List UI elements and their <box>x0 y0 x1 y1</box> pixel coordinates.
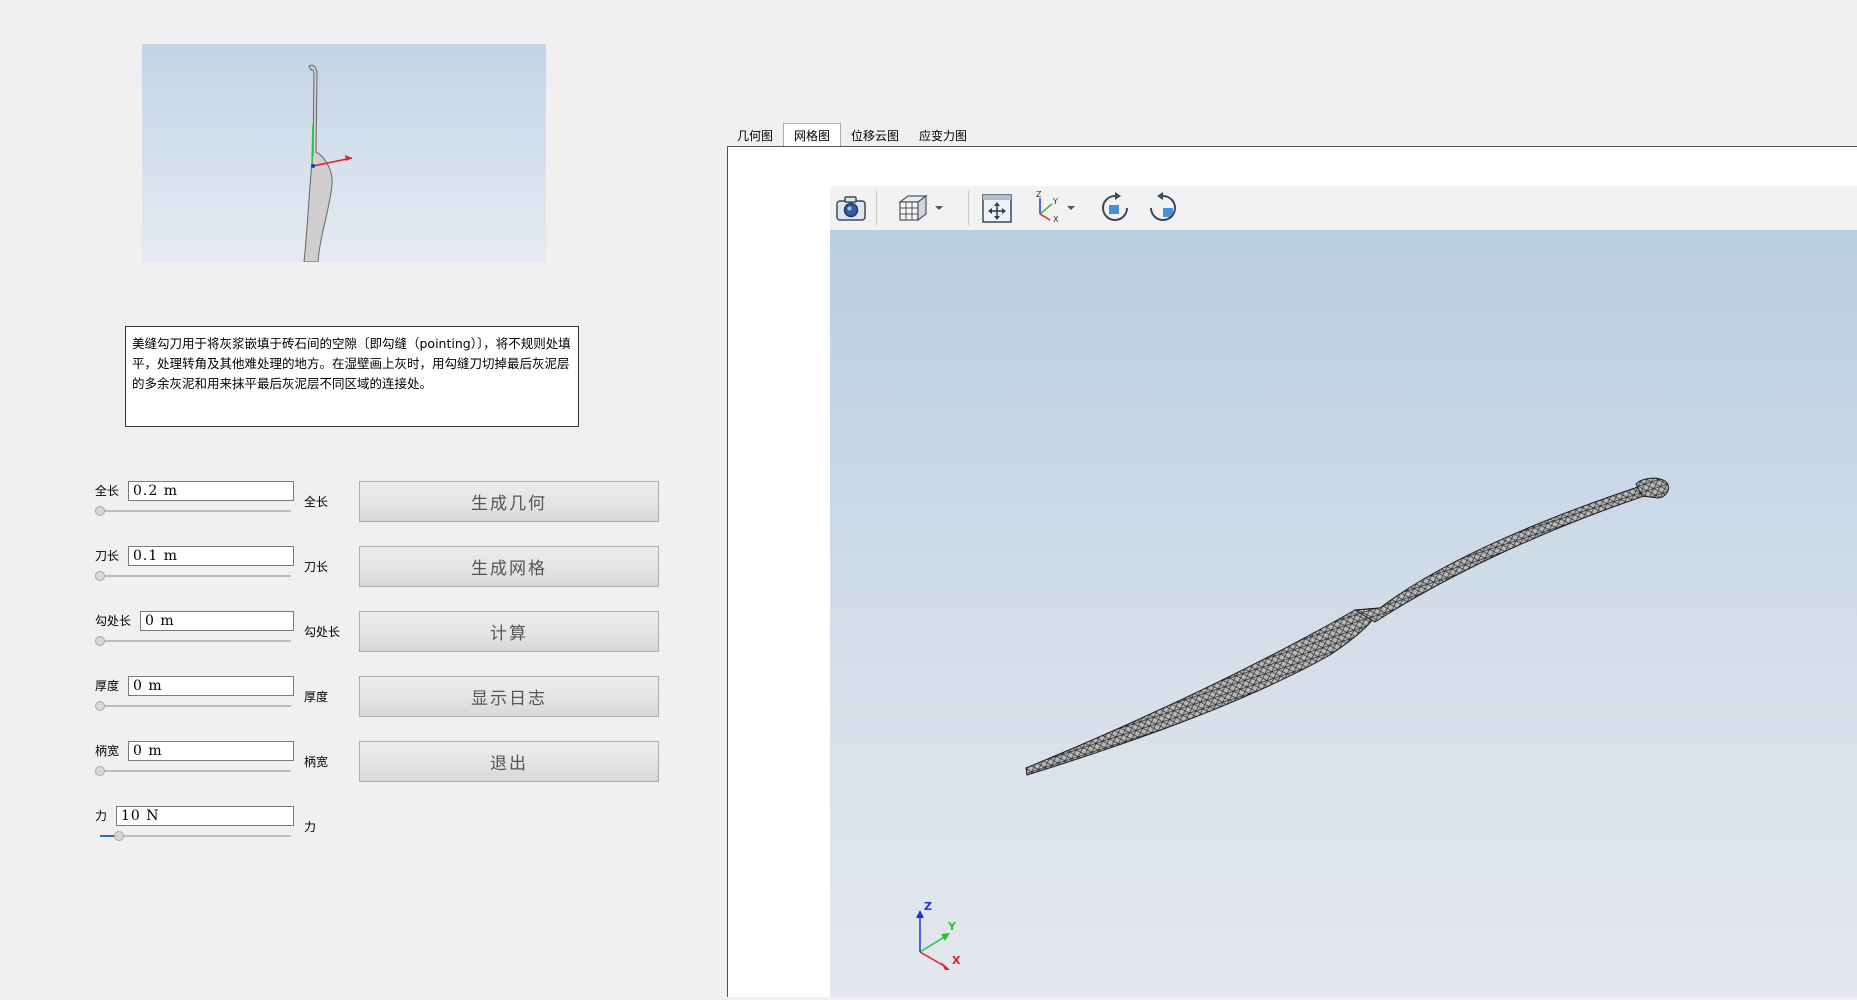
param-slider-handle-total-length[interactable] <box>95 506 105 516</box>
view-cube-icon[interactable] <box>896 192 930 224</box>
svg-text:Y: Y <box>1052 197 1058 206</box>
geometry-preview-image <box>142 44 546 263</box>
param-slider-handle-blade-length[interactable] <box>95 571 105 581</box>
svg-text:X: X <box>1053 215 1059 224</box>
generate-geometry-button[interactable]: 生成几何 <box>359 481 659 522</box>
param-slider-thickness[interactable] <box>100 705 291 707</box>
axis-x-label: X <box>952 954 961 967</box>
tab-mesh[interactable]: 网格图 <box>783 123 842 146</box>
svg-text:Z: Z <box>1036 190 1042 199</box>
tab-displacement[interactable]: 位移云图 <box>841 125 909 146</box>
chevron-down-icon[interactable] <box>934 202 944 212</box>
param-slider-handle-hook-length[interactable] <box>95 636 105 646</box>
preview-y-axis <box>311 123 314 167</box>
param-side-label-total-length: 全长 <box>304 495 329 509</box>
show-log-button[interactable]: 显示日志 <box>359 676 659 717</box>
toolbar-separator <box>876 191 877 225</box>
param-input-total-length[interactable]: 0.2 m <box>128 481 294 501</box>
exit-button[interactable]: 退出 <box>359 741 659 782</box>
description-text: 美缝勾刀用于将灰浆嵌填于砖石间的空隙〔即勾缝（pointing）〕，将不规则处填… <box>125 326 579 427</box>
viewer-toolbar: Z Y X <box>830 186 1857 231</box>
compute-button[interactable]: 计算 <box>359 611 659 652</box>
param-label-thickness: 厚度 <box>95 679 120 693</box>
axes-orientation-icon[interactable]: Z Y X <box>1032 190 1062 224</box>
rotate-ccw-icon[interactable] <box>1146 192 1180 224</box>
param-slider-handle-width[interactable] <box>100 770 291 772</box>
param-side-label-thickness: 厚度 <box>304 690 329 704</box>
param-slider-force[interactable] <box>100 835 291 837</box>
param-slider-handle-thickness[interactable] <box>95 701 105 711</box>
param-slider-total-length[interactable] <box>100 510 291 512</box>
camera-icon[interactable] <box>834 192 868 224</box>
param-label-handle-width: 柄宽 <box>95 744 120 758</box>
chevron-down-icon[interactable] <box>1066 202 1076 212</box>
axis-y-label: Y <box>948 920 956 933</box>
param-side-label-handle-width: 柄宽 <box>304 755 329 769</box>
axis-z-label: Z <box>924 900 932 913</box>
param-slider-handle-force[interactable] <box>114 831 124 841</box>
param-slider-hook-length[interactable] <box>100 640 291 642</box>
param-label-force: 力 <box>95 809 108 823</box>
tab-geometry[interactable]: 几何图 <box>727 125 783 146</box>
param-side-label-blade-length: 刀长 <box>304 560 329 574</box>
generate-mesh-button[interactable]: 生成网格 <box>359 546 659 587</box>
param-input-blade-length[interactable]: 0.1 m <box>128 546 294 566</box>
param-input-force[interactable]: 10 N <box>116 806 294 826</box>
tab-strain[interactable]: 应变力图 <box>909 125 977 146</box>
param-label-total-length: 全长 <box>95 484 120 498</box>
param-slider-handle-handle-width[interactable] <box>95 766 105 776</box>
mesh-viewport[interactable]: Z Y X <box>830 230 1857 997</box>
param-label-hook-length: 勾处长 <box>95 614 132 628</box>
param-label-blade-length: 刀长 <box>95 549 120 563</box>
axis-triad <box>916 910 950 970</box>
mesh-model <box>1025 477 1669 776</box>
param-input-hook-length[interactable]: 0 m <box>140 611 294 631</box>
view-tabs: 几何图 网格图 位移云图 应变力图 <box>727 123 977 147</box>
fit-view-icon[interactable] <box>980 192 1014 224</box>
param-input-thickness[interactable]: 0 m <box>128 676 294 696</box>
toolbar-separator <box>968 191 969 225</box>
param-side-label-hook-length: 勾处长 <box>304 625 341 639</box>
param-slider-blade-length[interactable] <box>100 575 291 577</box>
param-input-handle-width[interactable]: 0 m <box>128 741 294 761</box>
rotate-cw-icon[interactable] <box>1098 192 1132 224</box>
param-side-label-force: 力 <box>304 820 317 834</box>
